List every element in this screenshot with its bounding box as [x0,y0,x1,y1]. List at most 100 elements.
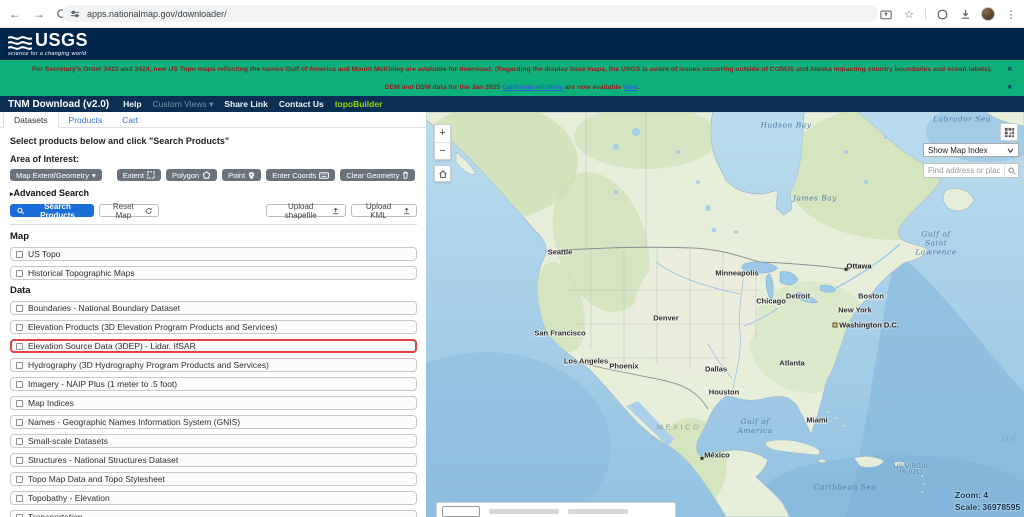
dataset-checkbox[interactable] [16,381,23,388]
dataset-row[interactable]: Names - Geographic Names Information Sys… [10,415,417,429]
dataset-row[interactable]: Topobathy - Elevation [10,491,417,505]
dataset-row[interactable]: Structures - National Structures Dataset [10,453,417,467]
zoom-out-button[interactable]: − [435,142,450,159]
usgs-logo[interactable]: USGS science for a changing world [8,30,88,57]
nav-custom-views[interactable]: Custom Views ▾ [153,99,214,110]
find-address-box [923,163,1019,178]
dataset-row[interactable]: Topo Map Data and Topo Stylesheet [10,472,417,486]
data-section-header: Data [10,285,417,296]
extensions-icon[interactable] [935,7,949,21]
search-products-button[interactable]: Search Products [10,204,94,217]
section-divider [10,224,417,225]
clear-geometry-button[interactable]: Clear Geometry [340,169,415,181]
dataset-checkbox[interactable] [16,514,23,517]
profile-avatar[interactable] [981,7,995,21]
dataset-checkbox[interactable] [16,251,23,258]
bookmark-star-icon[interactable]: ☆ [902,7,916,21]
dataset-checkbox[interactable] [16,400,23,407]
dataset-row[interactable]: US Topo [10,247,417,261]
upload-shapefile-button[interactable]: Upload shapefile [266,204,346,217]
upload-icon [332,207,339,215]
advanced-search-toggle[interactable]: ▸Advanced Search [10,188,417,198]
upload-kml-button[interactable]: Upload KML [351,204,417,217]
reset-map-button[interactable]: Reset Map [99,204,160,217]
polygon-button[interactable]: Polygon [166,169,217,181]
dataset-checkbox[interactable] [16,324,23,331]
coordinate-readout-button[interactable] [442,506,480,517]
app-title: TNM Download (v2.0) [8,99,109,110]
menu-kebab-icon[interactable]: ⋮ [1004,7,1018,21]
dataset-row[interactable]: Historical Topographic Maps [10,266,417,280]
nav-topobuilder[interactable]: topoBuilder [335,99,383,109]
dataset-checkbox[interactable] [16,305,23,312]
dataset-checkbox[interactable] [16,476,23,483]
dataset-label: Elevation Source Data (3DEP) - Lidar, If… [28,341,196,351]
tnm-navbar: TNM Download (v2.0) Help Custom Views ▾ … [0,96,1024,112]
nav-share-link[interactable]: Share Link [224,99,267,109]
map-extent-geometry-button[interactable]: Map Extent/Geometry▾ [10,169,102,181]
find-address-input[interactable] [924,166,1004,175]
dataset-label: Map Indices [28,398,74,408]
map-section-header: Map [10,231,417,242]
dataset-row[interactable]: Elevation Source Data (3DEP) - Lidar, If… [10,339,417,353]
tab-cart[interactable]: Cart [112,112,148,127]
dataset-row[interactable]: Small-scale Datasets [10,434,417,448]
map-dataset-list: US Topo Historical Topographic Maps [10,247,417,280]
nav-contact-us[interactable]: Contact Us [279,99,324,109]
dataset-label: Imagery - NAIP Plus (1 meter to .5 foot) [28,379,177,389]
home-extent-button[interactable] [434,165,451,182]
dataset-row[interactable]: Map Indices [10,396,417,410]
tab-datasets[interactable]: Datasets [3,112,59,128]
caret-down-icon: ▾ [92,171,96,180]
nav-help[interactable]: Help [123,99,141,109]
dataset-checkbox[interactable] [16,457,23,464]
dataset-label: Names - Geographic Names Information Sys… [28,417,240,427]
dataset-checkbox[interactable] [16,438,23,445]
map-viewport[interactable]: Hudson BayJames BayLabrador SeaGulf of S… [426,112,1024,517]
point-button[interactable]: Point [222,169,261,181]
browser-forward-icon[interactable]: → [30,5,48,23]
aoi-label: Area of Interest: [10,154,417,164]
home-icon [438,169,448,179]
trash-icon [402,171,409,179]
dataset-row[interactable]: Elevation Products (3D Elevation Program… [10,320,417,334]
url-text: apps.nationalmap.gov/downloader/ [87,9,227,19]
extent-button[interactable]: Extent [117,169,161,181]
dataset-checkbox[interactable] [16,270,23,277]
map-index-grid-button[interactable] [1000,123,1018,141]
dataset-label: Topobathy - Elevation [28,493,110,503]
search-magnifier-icon[interactable] [1004,163,1018,178]
point-pin-icon [248,171,255,180]
tab-share-icon[interactable] [879,7,893,21]
zoom-level-text: Zoom: 4 [955,489,1020,501]
search-icon [17,207,24,215]
panel-tabs: Datasets Products Cart [0,112,426,128]
dataset-row[interactable]: Hydrography (3D Hydrography Program Prod… [10,358,417,372]
grid-icon [1004,127,1015,138]
usgs-logo-text: USGS [35,30,88,50]
banner-close-icon[interactable]: × [1007,65,1012,74]
dataset-row[interactable]: Transportation [10,510,417,517]
zoom-in-button[interactable]: + [435,125,450,142]
browser-chrome: ← → apps.nationalmap.gov/downloader/ ☆ ⋮ [0,0,1024,28]
california-wildfires-link[interactable]: California wildfires [502,84,563,91]
dataset-checkbox[interactable] [16,362,23,369]
dataset-checkbox[interactable] [16,495,23,502]
site-info-icon[interactable] [70,9,80,19]
dataset-row[interactable]: Imagery - NAIP Plus (1 meter to .5 foot) [10,377,417,391]
dataset-label: Topo Map Data and Topo Stylesheet [28,474,165,484]
dataset-row[interactable]: Boundaries - National Boundary Dataset [10,301,417,315]
tab-products[interactable]: Products [59,112,113,127]
banner-wildfire-data: DEM and DSM data for the Jan 2025 Califo… [0,78,1024,96]
here-link[interactable]: here [623,84,637,91]
url-bar[interactable]: apps.nationalmap.gov/downloader/ [62,5,878,22]
download-icon[interactable] [958,7,972,21]
usgs-tagline: science for a changing world [8,51,88,57]
banner-close-icon[interactable]: × [1007,83,1012,92]
dataset-checkbox[interactable] [16,343,23,350]
map-status: Zoom: 4 Scale: 36978595 [955,489,1020,513]
dataset-checkbox[interactable] [16,419,23,426]
browser-back-icon[interactable]: ← [6,5,24,23]
enter-coords-button[interactable]: Enter Coords [266,169,335,181]
show-map-index-select[interactable]: Show Map Index [923,143,1019,157]
